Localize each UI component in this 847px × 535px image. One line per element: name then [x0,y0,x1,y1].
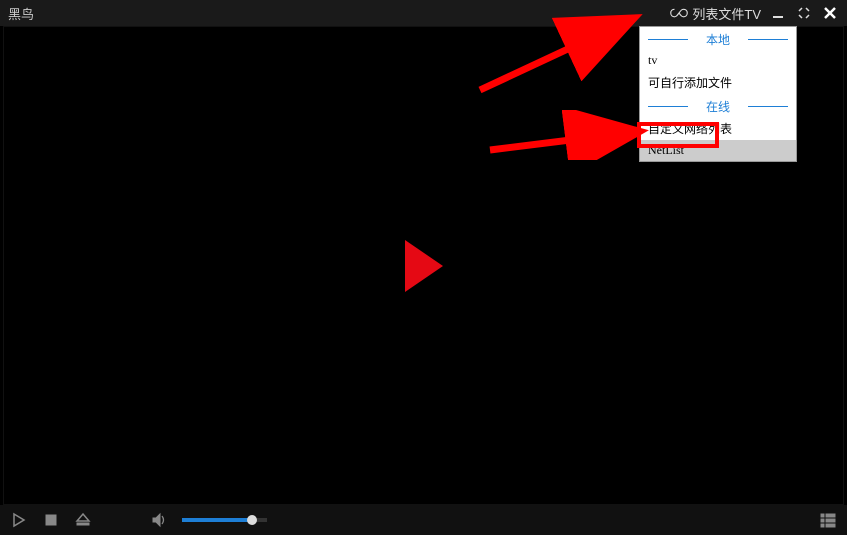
dropdown-section-online: 在线 [640,94,796,117]
app-title: 黑鸟 [8,4,34,23]
dropdown-item-tv[interactable]: tv [640,50,796,71]
titlebar: 黑鸟 列表文件TV [0,0,847,26]
playlist-button[interactable] [819,511,837,529]
dropdown-item-add-file[interactable]: 可自行添加文件 [640,71,796,94]
list-dropdown: 本地 tv 可自行添加文件 在线 自定义网络列表 NetList [639,26,797,162]
infinity-icon [670,6,688,21]
volume-slider[interactable] [182,518,267,522]
control-bar [0,505,847,535]
volume-thumb[interactable] [247,515,257,525]
play-button-center[interactable] [405,240,443,292]
dropdown-section-local: 本地 [640,27,796,50]
play-button[interactable] [10,511,28,529]
list-file-button[interactable]: 列表文件TV [670,4,761,23]
volume-fill [182,518,254,522]
dropdown-item-custom-netlist[interactable]: 自定义网络列表 [640,117,796,140]
minimize-button[interactable] [769,4,787,22]
dropdown-item-netlist[interactable]: NetList [640,140,796,161]
maximize-button[interactable] [795,4,813,22]
close-button[interactable] [821,4,839,22]
list-file-label: 列表文件TV [692,4,761,23]
volume-icon[interactable] [150,511,168,529]
eject-button[interactable] [74,511,92,529]
stop-button[interactable] [42,511,60,529]
